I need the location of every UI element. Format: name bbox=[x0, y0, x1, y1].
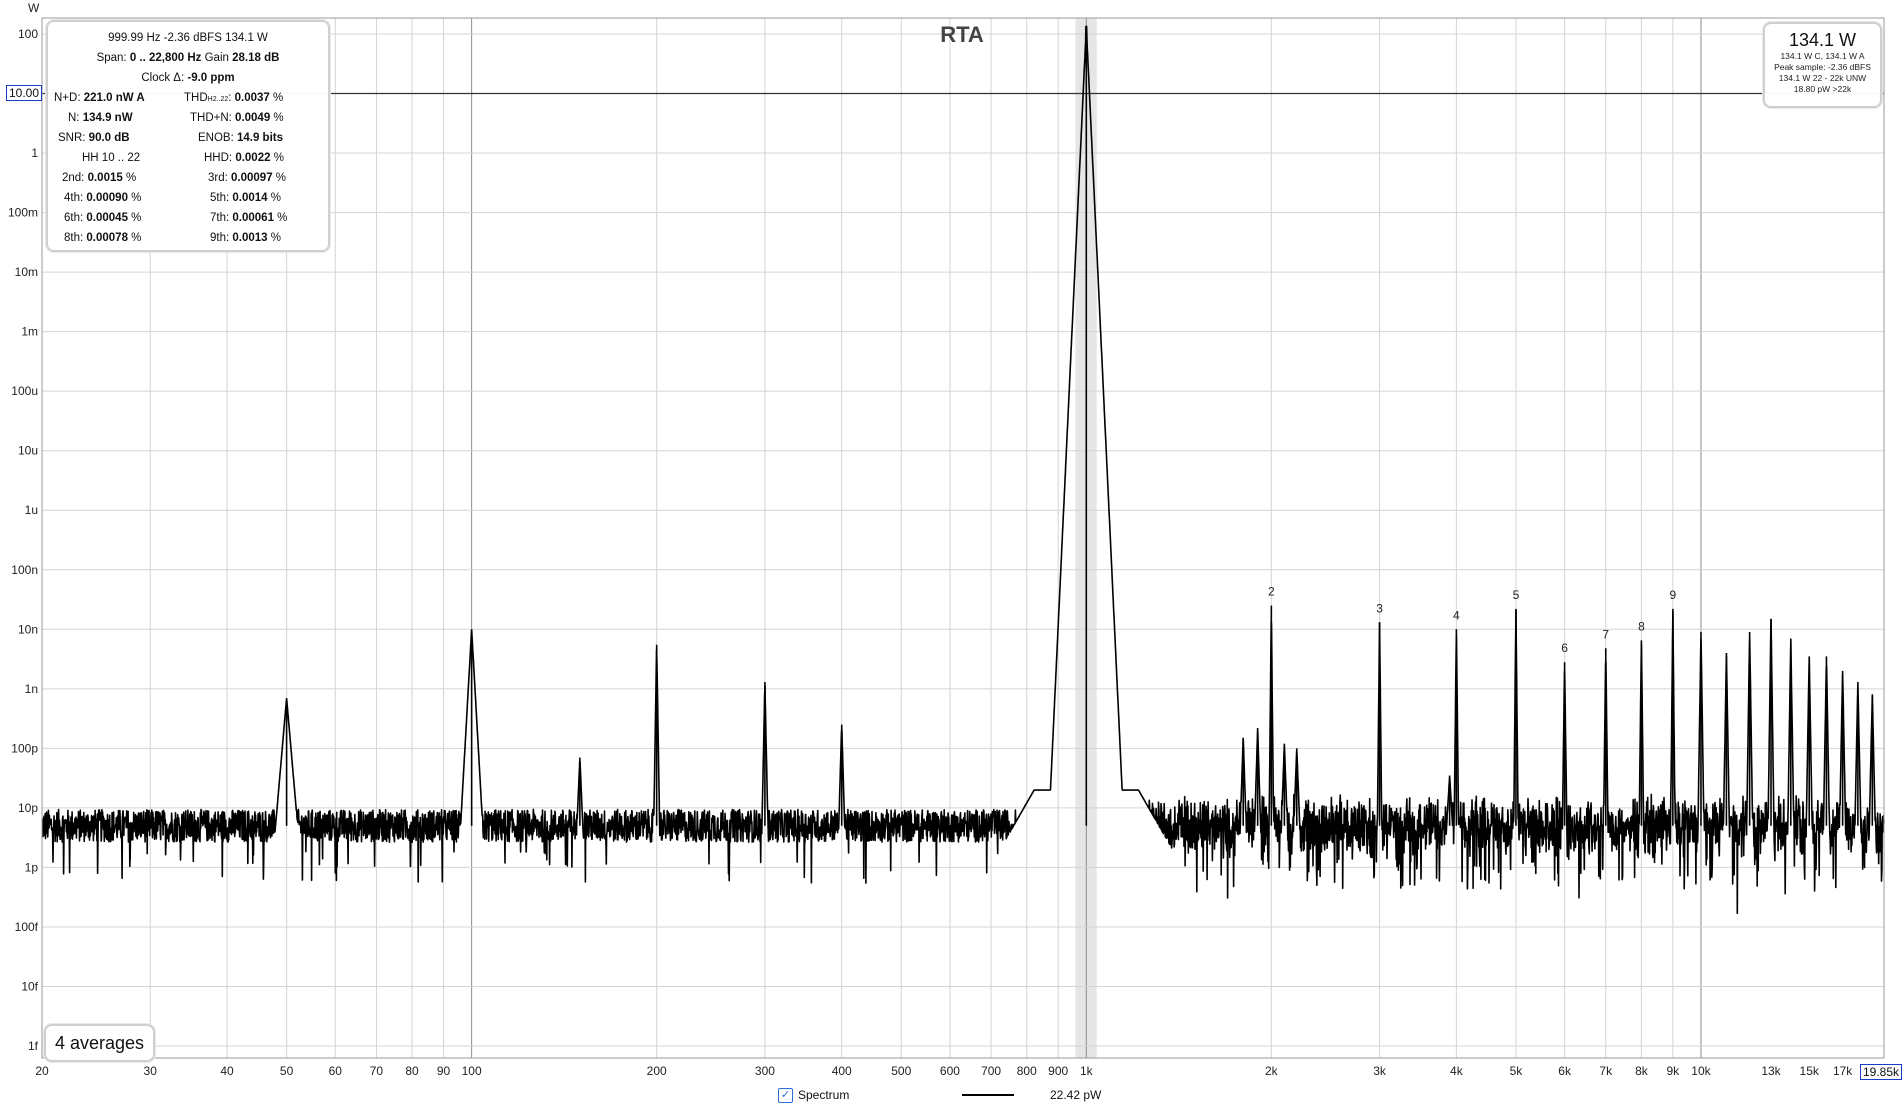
x-tick-label: 7k bbox=[1599, 1064, 1613, 1078]
fundamental-readout: 999.99 Hz -2.36 dBFS 134.1 W bbox=[108, 32, 268, 44]
h5-readout: 5th: 0.0014 % bbox=[210, 192, 281, 204]
x-tick-label: 800 bbox=[1017, 1064, 1037, 1078]
y-tick-label: 1m bbox=[21, 325, 38, 339]
x-tick-label: 15k bbox=[1800, 1064, 1820, 1078]
y-tick-label: 10m bbox=[15, 265, 38, 279]
h7-readout: 7th: 0.00061 % bbox=[210, 212, 288, 224]
level-cursor-readout[interactable]: 10.00 bbox=[6, 85, 43, 101]
noise-readout: N: 134.9 nW bbox=[68, 112, 133, 124]
span-gain-readout: Span: 0 .. 22,800 Hz Gain 28.18 dB bbox=[96, 52, 280, 64]
x-tick-label: 13k bbox=[1761, 1064, 1781, 1078]
legend-series-value: 22.42 pW bbox=[1050, 1088, 1102, 1102]
x-tick-label: 600 bbox=[940, 1064, 960, 1078]
level-meter-unweighted: 134.1 W 22 - 22k UNW bbox=[1778, 73, 1867, 83]
y-tick-label: 1f bbox=[28, 1039, 39, 1053]
legend-series-name: Spectrum bbox=[798, 1088, 850, 1102]
x-tick-label: 5k bbox=[1510, 1064, 1524, 1078]
y-tick-label: 1 bbox=[31, 146, 38, 160]
y-tick-label: 100p bbox=[11, 741, 38, 755]
thd-readout: THDH2..22: 0.0037 % bbox=[184, 92, 284, 104]
x-tick-label: 1k bbox=[1080, 1064, 1094, 1078]
harmonic-label: 4 bbox=[1453, 608, 1460, 622]
level-meter-weighted: 134.1 W C, 134.1 W A bbox=[1780, 51, 1865, 61]
y-tick-label: 1p bbox=[25, 860, 39, 874]
y-axis-unit: W bbox=[28, 1, 40, 15]
level-meter-peak: Peak sample: -2.36 dBFS bbox=[1774, 62, 1871, 72]
x-tick-label: 300 bbox=[755, 1064, 775, 1078]
harmonic-label: 8 bbox=[1638, 619, 1645, 633]
y-tick-label: 1u bbox=[25, 503, 38, 517]
harmonic-label: 7 bbox=[1602, 627, 1609, 641]
x-tick-label: 400 bbox=[832, 1064, 852, 1078]
legend-line-swatch bbox=[962, 1094, 1014, 1096]
y-tick-label: 10u bbox=[18, 444, 38, 458]
x-tick-label: 200 bbox=[647, 1064, 667, 1078]
x-tick-label: 100 bbox=[462, 1064, 482, 1078]
h3-readout: 3rd: 0.00097 % bbox=[208, 172, 287, 184]
harmonic-label: 3 bbox=[1376, 602, 1383, 616]
x-tick-label: 30 bbox=[144, 1064, 158, 1078]
x-tick-label: 80 bbox=[405, 1064, 419, 1078]
clock-readout: Clock Δ: -9.0 ppm bbox=[141, 72, 235, 84]
y-tick-label: 10p bbox=[18, 801, 38, 815]
enob-readout: ENOB: 14.9 bits bbox=[198, 132, 284, 144]
snr-readout: SNR: 90.0 dB bbox=[58, 132, 130, 144]
x-tick-label: 40 bbox=[220, 1064, 234, 1078]
nd-readout: N+D: 221.0 nW A bbox=[54, 92, 145, 104]
h9-readout: 9th: 0.0013 % bbox=[210, 232, 281, 244]
frequency-cursor-readout[interactable]: 19.85k bbox=[1860, 1064, 1903, 1080]
h4-readout: 4th: 0.00090 % bbox=[64, 192, 142, 204]
x-axis-ticks: 20 30 40 50 60 70 80 90 100 200 300 400 500 600 700 800… bbox=[35, 1064, 1853, 1078]
hh-range-label: HH 10 .. 22 bbox=[82, 152, 141, 164]
y-tick-label: 100 bbox=[18, 27, 38, 41]
y-tick-label: 10f bbox=[21, 979, 38, 993]
x-tick-label: 17k bbox=[1833, 1064, 1853, 1078]
harmonic-label: 6 bbox=[1561, 641, 1568, 655]
averages-indicator[interactable]: 4 averages bbox=[44, 1024, 156, 1062]
y-axis-ticks: 100 1 100m 10m 1m 100u 10u 1u 100n 10n 1n 100p 10p 1p… bbox=[8, 27, 39, 1053]
thdn-readout: THD+N: 0.0049 % bbox=[190, 112, 284, 124]
level-meter-value: 134.1 W bbox=[1788, 30, 1857, 50]
y-tick-label: 100n bbox=[11, 563, 38, 577]
y-tick-label: 100m bbox=[8, 206, 38, 220]
x-tick-label: 900 bbox=[1048, 1064, 1068, 1078]
hhd-readout: HHD: 0.0022 % bbox=[204, 152, 284, 164]
x-tick-label: 50 bbox=[280, 1064, 294, 1078]
y-tick-label: 100u bbox=[11, 384, 38, 398]
harmonic-label: 2 bbox=[1268, 585, 1275, 599]
harmonic-label: 9 bbox=[1670, 588, 1677, 602]
y-tick-label: 1n bbox=[25, 682, 38, 696]
y-tick-label: 100f bbox=[15, 920, 39, 934]
x-tick-label: 700 bbox=[981, 1064, 1001, 1078]
h6-readout: 6th: 0.00045 % bbox=[64, 212, 142, 224]
x-tick-label: 4k bbox=[1450, 1064, 1464, 1078]
measurement-panel: 999.99 Hz -2.36 dBFS 134.1 W Span: 0 .. … bbox=[46, 20, 330, 252]
x-tick-label: 6k bbox=[1558, 1064, 1572, 1078]
h2-readout: 2nd: 0.0015 % bbox=[62, 172, 137, 184]
x-tick-label: 500 bbox=[891, 1064, 911, 1078]
harmonic-label: 5 bbox=[1513, 588, 1520, 602]
spectrum-checkbox[interactable]: ✓ bbox=[778, 1088, 793, 1103]
h8-readout: 8th: 0.00078 % bbox=[64, 232, 142, 244]
x-tick-label: 70 bbox=[370, 1064, 384, 1078]
x-tick-label: 10k bbox=[1691, 1064, 1711, 1078]
y-tick-label: 10n bbox=[18, 622, 38, 636]
x-tick-label: 90 bbox=[437, 1064, 451, 1078]
chart-title: RTA bbox=[940, 22, 984, 47]
x-tick-label: 2k bbox=[1265, 1064, 1279, 1078]
x-tick-label: 9k bbox=[1667, 1064, 1681, 1078]
x-tick-label: 8k bbox=[1635, 1064, 1649, 1078]
x-tick-label: 3k bbox=[1373, 1064, 1387, 1078]
x-tick-label: 20 bbox=[35, 1064, 49, 1078]
level-meter-above-band: 18.80 pW >22k bbox=[1793, 84, 1852, 94]
x-tick-label: 60 bbox=[329, 1064, 343, 1078]
level-meter-panel[interactable]: 134.1 W 134.1 W C, 134.1 W A Peak sample… bbox=[1763, 22, 1882, 108]
